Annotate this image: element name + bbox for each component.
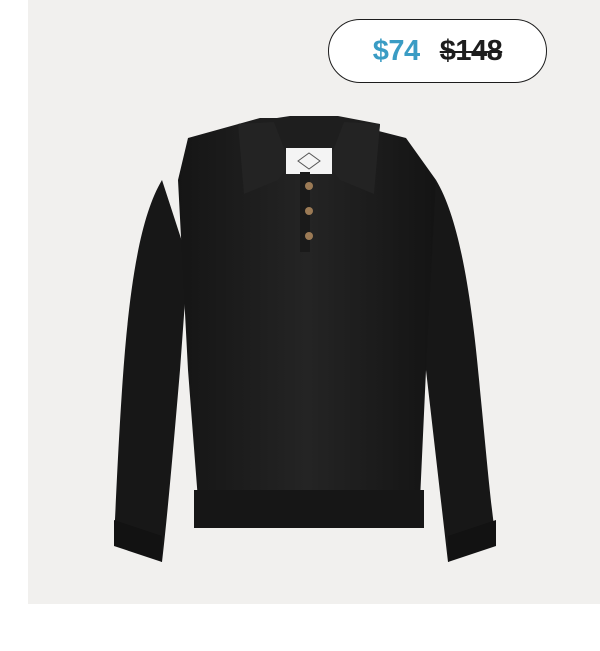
hem-ribbing	[194, 490, 424, 528]
sale-price: $74	[372, 34, 420, 67]
left-sleeve	[114, 180, 188, 562]
brand-label	[286, 148, 332, 174]
button-3-icon	[305, 232, 313, 240]
product-image[interactable]	[28, 100, 600, 580]
polo-sweater-icon	[114, 116, 496, 562]
original-price: $148	[439, 34, 503, 67]
button-1-icon	[305, 182, 313, 190]
button-2-icon	[305, 207, 313, 215]
price-badge: $74 $148	[328, 19, 547, 83]
